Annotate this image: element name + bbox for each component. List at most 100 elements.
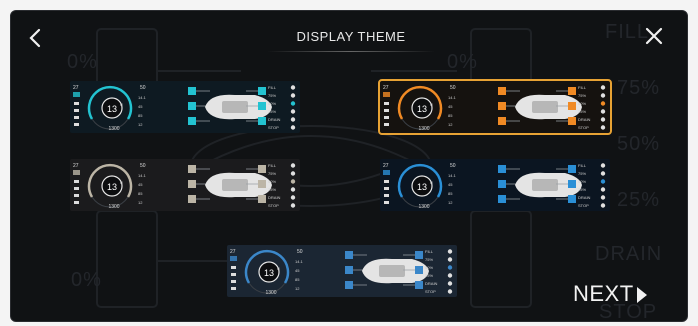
next-label: NEXT — [573, 281, 634, 306]
thumb-level-label: STOP — [268, 203, 279, 208]
thumb-odometer-value: 1300 — [418, 126, 429, 132]
thumb-top-left-value: 27 — [230, 249, 236, 255]
chevron-left-icon — [29, 28, 41, 48]
thumb-level-label: 50% — [425, 265, 433, 270]
page-title: DISPLAY THEME — [296, 29, 406, 44]
thumb-level-label: FILL — [425, 249, 434, 254]
thumb-odometer-value: 1300 — [108, 126, 119, 132]
theme-thumbnail: 27 13 R 1300 50 14.1 45 85 12 FILL 75% 50% 25% DRAIN S… — [70, 159, 300, 211]
thumb-speed-value: 13 — [107, 182, 117, 192]
thumb-side-value: 85 — [448, 113, 453, 118]
theme-thumbnail: 27 13 R 1300 50 14.1 45 85 12 FILL 75% 50% 25% DRAIN S… — [380, 159, 610, 211]
thumb-top-mid-value: 50 — [140, 85, 146, 91]
theme-option-orange[interactable]: 27 13 R 1300 50 14.1 45 85 12 FILL 75% 50% 25% DRAIN S… — [378, 79, 612, 135]
close-icon — [645, 27, 663, 45]
thumb-speed-value: 13 — [107, 104, 117, 114]
thumb-side-value: 14.1 — [138, 95, 147, 100]
thumb-level-label: FILL — [578, 163, 587, 168]
thumb-speed-value: 13 — [264, 268, 274, 278]
bg-75-label: 75% — [617, 77, 661, 99]
back-button[interactable] — [25, 27, 47, 49]
theme-thumbnail: 27 13 R 1300 50 14.1 45 85 12 FILL 75% 50% 25% DRAIN S… — [70, 81, 300, 133]
thumb-level-label: 25% — [425, 273, 433, 278]
bg-drain-label: DRAIN — [595, 243, 663, 265]
bg-50-label: 50% — [617, 133, 661, 155]
thumb-level-label: DRAIN — [578, 117, 591, 122]
thumb-side-value: 85 — [138, 191, 143, 196]
thumb-top-left-value: 27 — [383, 163, 389, 169]
thumb-level-label: FILL — [268, 163, 277, 168]
thumb-top-left-value: 27 — [383, 85, 389, 91]
thumb-speed-unit: R — [120, 102, 123, 107]
thumb-level-label: STOP — [578, 125, 589, 130]
bg-25-label: 25% — [617, 189, 661, 211]
thumb-level-label: DRAIN — [425, 281, 438, 286]
thumb-speed-value: 13 — [417, 182, 427, 192]
thumb-side-value: 14.1 — [295, 259, 304, 264]
thumb-side-value: 12 — [448, 122, 453, 127]
thumb-speed-unit: R — [430, 102, 433, 107]
title-underline — [267, 51, 435, 52]
thumb-level-label: 75% — [578, 93, 586, 98]
thumb-level-label: DRAIN — [578, 195, 591, 200]
thumb-side-value: 85 — [448, 191, 453, 196]
thumb-level-label: 50% — [268, 179, 276, 184]
thumb-level-label: 50% — [578, 179, 586, 184]
theme-option-blue-dark[interactable]: 27 13 R 1300 50 14.1 45 85 12 FILL 75% 50% 25% DRAIN S… — [380, 159, 610, 211]
thumb-speed-unit: R — [430, 180, 433, 185]
thumb-level-label: 75% — [268, 171, 276, 176]
thumb-top-mid-value: 50 — [450, 85, 456, 91]
thumb-level-label: 75% — [578, 171, 586, 176]
theme-option-teal[interactable]: 27 13 R 1300 50 14.1 45 85 12 FILL 75% 50% 25% DRAIN S… — [70, 81, 300, 133]
thumb-level-label: 25% — [578, 109, 586, 114]
theme-thumbnail: 27 13 R 1300 50 14.1 45 85 12 FILL 75% 50% 25% DRAIN S… — [227, 245, 457, 297]
thumb-level-label: 25% — [268, 187, 276, 192]
display-theme-screen: 0% 0% 0% FILL 75% 50% 25% DRAIN STOP DIS… — [10, 10, 688, 322]
play-arrow-icon — [636, 286, 647, 303]
thumb-side-value: 14.1 — [138, 173, 147, 178]
thumb-level-label: 75% — [268, 93, 276, 98]
thumb-level-label: DRAIN — [268, 195, 281, 200]
theme-thumbnail: 27 13 R 1300 50 14.1 45 85 12 FILL 75% 50% 25% DRAIN S… — [380, 81, 610, 133]
thumb-side-value: 85 — [295, 277, 300, 282]
thumb-level-label: 75% — [425, 257, 433, 262]
bg-pct-left-top: 0% — [67, 51, 98, 73]
thumb-level-label: DRAIN — [268, 117, 281, 122]
next-button[interactable]: NEXT — [573, 281, 648, 307]
thumb-side-value: 45 — [138, 182, 143, 187]
thumb-side-value: 12 — [138, 200, 143, 205]
thumb-level-label: STOP — [425, 289, 436, 294]
thumb-top-mid-value: 50 — [140, 163, 146, 169]
thumb-odometer-value: 1300 — [418, 204, 429, 210]
theme-option-gray[interactable]: 27 13 R 1300 50 14.1 45 85 12 FILL 75% 50% 25% DRAIN S… — [70, 159, 300, 211]
thumb-side-value: 12 — [138, 122, 143, 127]
bg-pct-right-top: 0% — [447, 51, 478, 73]
thumb-side-value: 45 — [138, 104, 143, 109]
thumb-side-value: 45 — [448, 104, 453, 109]
thumb-level-label: 50% — [578, 101, 586, 106]
theme-option-steel-blue[interactable]: 27 13 R 1300 50 14.1 45 85 12 FILL 75% 50% 25% DRAIN S… — [227, 245, 457, 297]
thumb-top-left-value: 27 — [73, 85, 79, 91]
thumb-speed-unit: R — [277, 266, 280, 271]
thumb-level-label: FILL — [578, 85, 587, 90]
thumb-side-value: 12 — [295, 286, 300, 291]
bg-pct-left-bottom: 0% — [71, 269, 102, 291]
thumb-speed-value: 13 — [417, 104, 427, 114]
thumb-level-label: 25% — [578, 187, 586, 192]
thumb-level-label: 50% — [268, 101, 276, 106]
thumb-side-value: 45 — [448, 182, 453, 187]
thumb-level-label: STOP — [578, 203, 589, 208]
thumb-speed-unit: R — [120, 180, 123, 185]
thumb-odometer-value: 1300 — [108, 204, 119, 210]
thumb-level-label: 25% — [268, 109, 276, 114]
thumb-side-value: 14.1 — [448, 95, 457, 100]
thumb-side-value: 45 — [295, 268, 300, 273]
thumb-top-left-value: 27 — [73, 163, 79, 169]
thumb-side-value: 85 — [138, 113, 143, 118]
close-button[interactable] — [643, 25, 665, 47]
thumb-level-label: FILL — [268, 85, 277, 90]
thumb-side-value: 14.1 — [448, 173, 457, 178]
thumb-top-mid-value: 50 — [450, 163, 456, 169]
thumb-side-value: 12 — [448, 200, 453, 205]
thumb-odometer-value: 1300 — [265, 290, 276, 296]
